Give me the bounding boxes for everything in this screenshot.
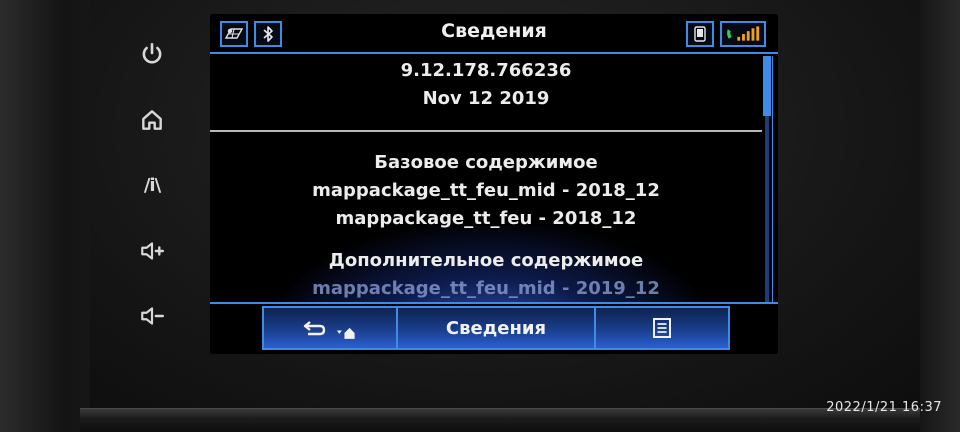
bluetooth-button[interactable] [254, 21, 282, 47]
home-button[interactable] [132, 100, 172, 140]
volume-up-icon [141, 241, 165, 260]
base-content-item: mappackage_tt_feu - 2018_12 [335, 208, 637, 229]
volume-down-button[interactable] [132, 296, 172, 336]
menu-button[interactable] [594, 306, 730, 350]
back-arrow-icon [303, 321, 326, 336]
power-icon [142, 42, 162, 64]
navigation-button[interactable]: /i\ [132, 165, 172, 205]
info-tab-button[interactable]: Сведения [396, 306, 596, 350]
side-hardware-buttons: /i\ [120, 20, 184, 350]
status-bar: Сведения [210, 14, 778, 54]
menu-list-icon [653, 318, 671, 338]
home-icon [142, 109, 162, 130]
screen-title: Сведения [441, 20, 547, 42]
info-tab-label: Сведения [445, 317, 547, 339]
software-date: Nov 12 2019 [422, 88, 550, 109]
signal-status-button[interactable] [720, 21, 766, 47]
power-button[interactable] [132, 34, 172, 74]
extra-content-heading: Дополнительное содержимое [328, 250, 644, 271]
signal-icon [727, 26, 760, 41]
home-icon [336, 327, 355, 339]
phone-icon [694, 26, 706, 42]
bezel-right-edge [920, 0, 960, 432]
navigation-icon: /i\ [143, 174, 161, 196]
scroll-rail [772, 56, 778, 302]
navigation-map-icon [224, 28, 244, 39]
bezel-bottom-trim [80, 408, 920, 432]
scrollbar[interactable] [762, 56, 772, 302]
content-divider [210, 130, 762, 132]
base-content-item: mappackage_tt_feu_mid - 2018_12 [312, 180, 660, 201]
navigation-map-button[interactable] [220, 21, 248, 47]
phone-status-button[interactable] [686, 21, 714, 47]
photo-timestamp: 2022/1/21 16:37 [826, 400, 942, 415]
back-button[interactable] [262, 306, 398, 350]
volume-up-button[interactable] [132, 231, 172, 271]
info-content: 9.12.178.766236 Nov 12 2019 Базовое соде… [210, 56, 762, 346]
extra-content-item: mappackage_tt_feu_mid - 2019_12 [312, 278, 660, 299]
volume-down-icon [141, 307, 165, 325]
infotainment-screen: Сведения 9.12.178.766236 Nov 12 2019 Баз… [210, 14, 778, 354]
bottom-bar: Сведения [210, 302, 778, 354]
bluetooth-icon [263, 26, 273, 42]
base-content-heading: Базовое содержимое [374, 152, 598, 173]
bezel-left-edge [0, 0, 90, 432]
scrollbar-thumb[interactable] [763, 56, 771, 116]
software-version: 9.12.178.766236 [400, 60, 572, 81]
